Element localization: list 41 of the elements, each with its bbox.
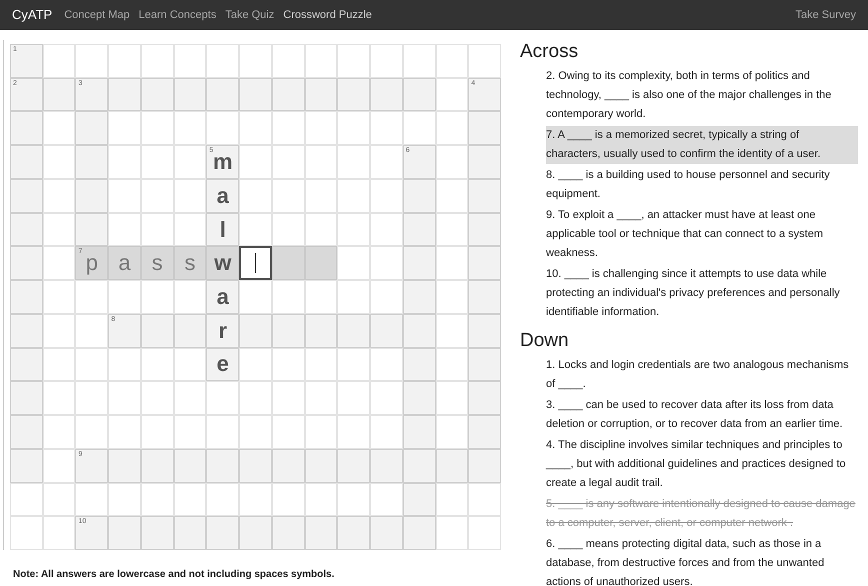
cell-letter: a [118,252,131,274]
clue-item[interactable]: 1. Locks and login credentials are two analogous mechanisms of ____. [546,356,858,394]
clue-item[interactable]: 10. ____ is challenging since it attempts to use data while protecting an individual's privacy preferences and personally identifiable information. [546,265,858,322]
clue-item[interactable]: 3. ____ can be used to recover data after its loss from data deletion or corruption, or to recover data from an earlier time. [546,396,858,434]
nav-link[interactable]: Crossword Puzzle [283,6,372,24]
nav-link[interactable]: Take Quiz [225,6,274,24]
cell-letter: s [152,252,163,274]
crossword-cell[interactable]: a [206,178,240,213]
cell-letter: a [216,184,229,207]
clue-item[interactable]: 9. To exploit a ____, an attacker must have at least one applicable tool or technique that can connect to a system weakness. [546,206,858,263]
clue-item[interactable]: 5. ____ is any software intentionally designed to cause damage to a computer, server, client, or computer network . [546,495,858,533]
crossword-cell[interactable]: e [206,348,240,382]
survey-link[interactable]: Take Survey [795,6,856,24]
nav-link[interactable]: Concept Map [64,6,130,24]
cell-letter: w [214,252,232,274]
crossword-cell[interactable]: s [174,246,206,280]
clue-item[interactable]: 4. The discipline involves similar techniques and principles to ____, but with additional guidelines and practices designed to create a legal audit trail. [546,436,858,493]
clue-item[interactable]: 6. ____ means protecting digital data, such as those in a database, from destructive forces and from the unwanted actions of unauthorized users. [546,535,858,586]
text-cursor [254,253,256,274]
note-text: Note: All answers are lowercase and not including spaces symbols. [12,568,336,582]
crossword-cell[interactable]: a [206,280,240,314]
crossword-cell[interactable] [239,246,272,280]
crossword-cell[interactable]: a [108,246,141,280]
clue-heading: Down [520,329,570,353]
cell-letter: e [216,353,229,376]
cell-letter: s [184,252,196,274]
clue-item[interactable]: 8. ____ is a building used to house personnel and security equipment. [546,166,858,204]
cell-letter: r [218,320,228,342]
clue-item[interactable]: 7. A ____ is a memorized secret, typically a string of characters, usually used to confirm the identity of a user. [546,126,858,164]
crossword-cell[interactable]: s [140,246,174,280]
brand-link[interactable]: CyATP [12,5,52,25]
crossword-cell[interactable]: w [206,246,240,280]
cell-letter: p [86,252,98,274]
cell-letter: l [220,218,226,241]
clue-item[interactable]: 2. Owing to its complexity, both in terms of politics and technology, ____ is also one of the major challenges in the contemporary world. [546,67,858,124]
cell-letter: m [212,151,233,174]
nav-link[interactable]: Learn Concepts [138,6,216,24]
cell-letter: a [216,286,229,308]
crossword-cell[interactable]: r [206,314,240,348]
clue-heading: Across [520,40,580,64]
crossword-cell[interactable]: l [206,212,240,246]
